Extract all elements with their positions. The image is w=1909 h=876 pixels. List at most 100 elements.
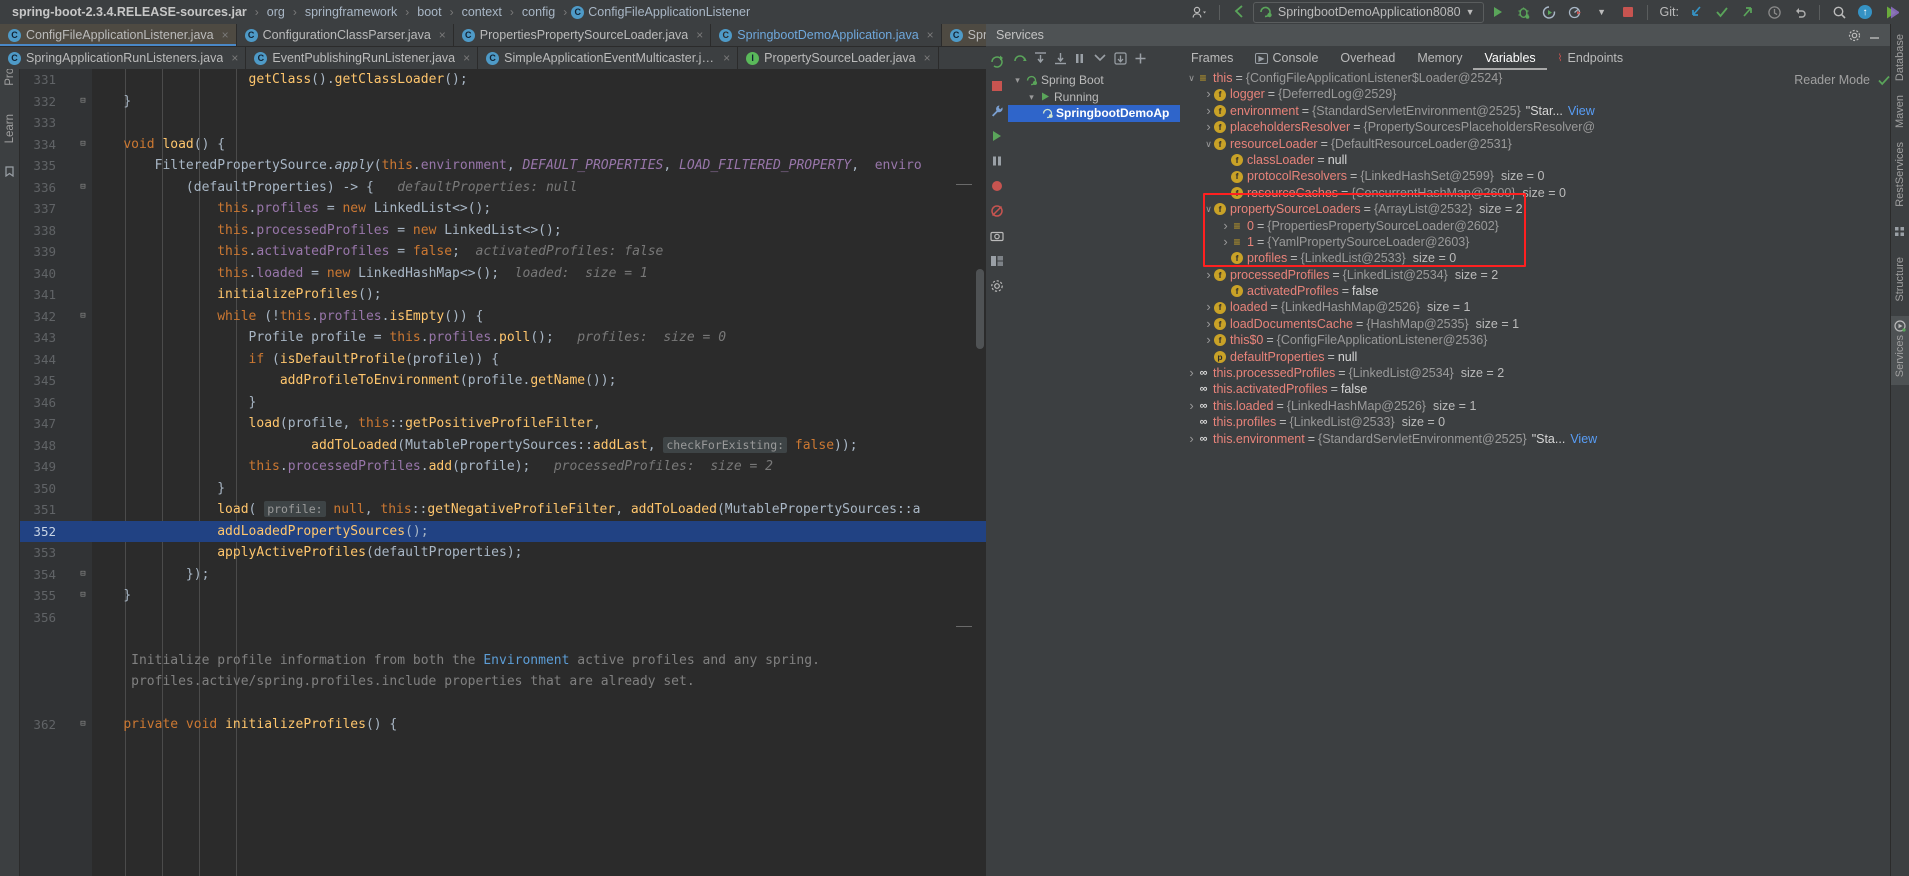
step-into-icon[interactable]: [1032, 50, 1049, 67]
mute-breakpoints-icon[interactable]: [989, 177, 1006, 194]
code-line[interactable]: 356: [20, 607, 986, 629]
breadcrumb-item[interactable]: boot: [411, 0, 447, 24]
run-with-coverage-icon[interactable]: [1538, 1, 1562, 23]
sidebar-item-maven[interactable]: Maven: [1894, 95, 1906, 128]
close-icon[interactable]: ×: [460, 51, 470, 65]
rerun-icon[interactable]: [989, 52, 1006, 69]
chevron-down-icon[interactable]: ∨: [1186, 70, 1197, 86]
variable-row[interactable]: › ≡ 0 = {PropertiesPropertySourceLoader@2602…: [1180, 218, 1890, 234]
code-line[interactable]: 337 this.profiles = new LinkedList<>();: [20, 198, 986, 220]
chevron-right-icon[interactable]: ›: [1203, 299, 1214, 315]
undo-icon[interactable]: [1788, 1, 1812, 23]
chevron-right-icon[interactable]: ›: [1186, 398, 1197, 414]
layout-settings-icon[interactable]: [989, 252, 1006, 269]
step-over-icon[interactable]: [1012, 50, 1029, 67]
frames-root-row[interactable]: ▾ Spring Boot: [1008, 72, 1180, 89]
chevron-down-icon[interactable]: ▼: [1466, 7, 1475, 17]
sidebar-item-services[interactable]: Services: [1894, 335, 1906, 377]
fold-toggle-icon[interactable]: ⊟: [78, 177, 88, 199]
breadcrumb-item[interactable]: springframework: [299, 0, 403, 24]
debug-settings-icon[interactable]: [989, 277, 1006, 294]
profiler-icon[interactable]: [1564, 1, 1588, 23]
editor-tab[interactable]: C PropertiesPropertySourceLoader.java ×: [453, 24, 712, 46]
variable-row[interactable]: › ≡ 1 = {YamlPropertySourceLoader@2603}: [1180, 234, 1890, 250]
variable-row[interactable]: p defaultProperties = null: [1180, 349, 1890, 365]
code-line[interactable]: 362 ⊟ private void initializeProfiles() {: [20, 714, 986, 736]
code-line[interactable]: 355 ⊟ }: [20, 585, 986, 607]
editor-text[interactable]: 331 getClass().getClassLoader(); 332 ⊟ } 33…: [20, 69, 986, 876]
reader-mode-badge[interactable]: Reader Mode: [1794, 73, 1891, 87]
code-editor[interactable]: 331 getClass().getClassLoader(); 332 ⊟ } 33…: [20, 69, 986, 876]
chevron-right-icon[interactable]: ›: [1220, 234, 1231, 250]
close-icon[interactable]: ×: [720, 51, 730, 65]
variables-panel[interactable]: ∨ ≡ this = {ConfigFileApplicationListener$Lo…: [1180, 70, 1890, 876]
git-push-icon[interactable]: [1736, 1, 1760, 23]
chevron-down-icon[interactable]: ▾: [1026, 89, 1037, 106]
frames-selected-row[interactable]: SpringbootDemoAp: [1008, 105, 1180, 122]
code-line[interactable]: 338 this.processedProfiles = new LinkedL…: [20, 220, 986, 242]
profiler-dropdown-icon[interactable]: ▼: [1590, 1, 1614, 23]
debug-icon[interactable]: [1512, 1, 1536, 23]
chevron-right-icon[interactable]: ›: [1203, 332, 1214, 348]
force-step-into-icon[interactable]: [1052, 50, 1069, 67]
code-line[interactable]: 350 }: [20, 478, 986, 500]
screenshot-icon[interactable]: [989, 227, 1006, 244]
view-link[interactable]: View: [1563, 103, 1595, 119]
close-icon[interactable]: ×: [436, 28, 446, 42]
code-line[interactable]: 334 ⊟ void load() {: [20, 134, 986, 156]
variable-row[interactable]: › f loaded = {LinkedHashMap@2526} size = 1: [1180, 299, 1890, 315]
chevron-down-icon[interactable]: ∨: [1203, 201, 1214, 217]
variable-row[interactable]: › f logger = {DeferredLog@2529}: [1180, 86, 1890, 102]
code-line[interactable]: 344 if (isDefaultProfile(profile)) {: [20, 349, 986, 371]
run-configuration-selector[interactable]: SpringbootDemoApplication8080 ▼: [1252, 1, 1484, 23]
code-line[interactable]: 353 applyActiveProfiles(defaultPropertie…: [20, 542, 986, 564]
code-line[interactable]: 346 }: [20, 392, 986, 414]
breadcrumb-item[interactable]: context: [456, 0, 508, 24]
tab-frames[interactable]: Frames: [1180, 46, 1244, 70]
code-line[interactable]: 354 ⊟ });: [20, 564, 986, 586]
tab-endpoints[interactable]: ⌇ Endpoints: [1547, 46, 1635, 70]
code-line[interactable]: 351 load( profile: null, this::getNegati…: [20, 499, 986, 521]
fold-toggle-icon[interactable]: ⊟: [78, 564, 88, 586]
step-out-icon[interactable]: [1072, 50, 1089, 67]
chevron-down-icon[interactable]: ∨: [1203, 136, 1214, 152]
tab-overhead[interactable]: Overhead: [1329, 46, 1406, 70]
code-line-highlighted[interactable]: 352 addLoadedPropertySources();: [20, 520, 986, 542]
fold-toggle-icon[interactable]: ⊟: [78, 134, 88, 156]
editor-tab[interactable]: I PropertySourceLoader.java ×: [738, 47, 939, 69]
editor-scrollbar[interactable]: [976, 269, 984, 349]
drop-frame-icon[interactable]: [1092, 50, 1109, 67]
sidebar-item-database[interactable]: Database: [1894, 34, 1906, 81]
code-line[interactable]: 349 this.processedProfiles.add(profile);…: [20, 456, 986, 478]
breadcrumb-item[interactable]: org: [261, 0, 291, 24]
chevron-right-icon[interactable]: ›: [1203, 86, 1214, 102]
code-line[interactable]: 341 initializeProfiles();: [20, 284, 986, 306]
tab-console[interactable]: ▶ Console: [1244, 46, 1329, 70]
code-line[interactable]: profiles.active/spring.profiles.include …: [20, 671, 986, 693]
chevron-right-icon[interactable]: ›: [1203, 267, 1214, 283]
fold-toggle-icon[interactable]: ⊟: [78, 91, 88, 113]
run-to-cursor-icon[interactable]: [1112, 50, 1129, 67]
history-icon[interactable]: [1762, 1, 1786, 23]
variable-row[interactable]: › f processedProfiles = {LinkedList@2534} siz…: [1180, 267, 1890, 283]
chevron-right-icon[interactable]: ›: [1220, 218, 1231, 234]
fold-toggle-icon[interactable]: ⊟: [78, 585, 88, 607]
code-line[interactable]: [20, 693, 986, 715]
frames-panel[interactable]: ▾ Spring Boot ▾ Running SpringbootDemoAp: [1008, 70, 1180, 876]
stop-icon[interactable]: [1616, 1, 1640, 23]
code-line[interactable]: 342 ⊟ while (!this.profiles.isEmpty()) {: [20, 306, 986, 328]
close-icon[interactable]: ×: [219, 28, 229, 42]
variable-row[interactable]: ∞ this.profiles = {LinkedList@2533} size = 0: [1180, 414, 1890, 430]
git-update-icon[interactable]: [1684, 1, 1708, 23]
view-link[interactable]: View: [1565, 431, 1597, 447]
breadcrumb-item[interactable]: config: [516, 0, 561, 24]
code-line[interactable]: [20, 628, 986, 650]
variable-row[interactable]: › f environment = {StandardServletEnvironmen…: [1180, 103, 1890, 119]
code-line[interactable]: Initialize profile information from both…: [20, 650, 986, 672]
fold-toggle-icon[interactable]: ⊟: [78, 714, 88, 736]
variable-row[interactable]: › f placeholdersResolver = {PropertySourcesP…: [1180, 119, 1890, 135]
variable-row[interactable]: ∨ f propertySourceLoaders = {ArrayList@2532}…: [1180, 201, 1890, 217]
code-line[interactable]: 339 this.activatedProfiles = false; acti…: [20, 241, 986, 263]
back-arrow-icon[interactable]: [1227, 1, 1251, 23]
code-line[interactable]: 348 addToLoaded(MutablePropertySources::…: [20, 435, 986, 457]
